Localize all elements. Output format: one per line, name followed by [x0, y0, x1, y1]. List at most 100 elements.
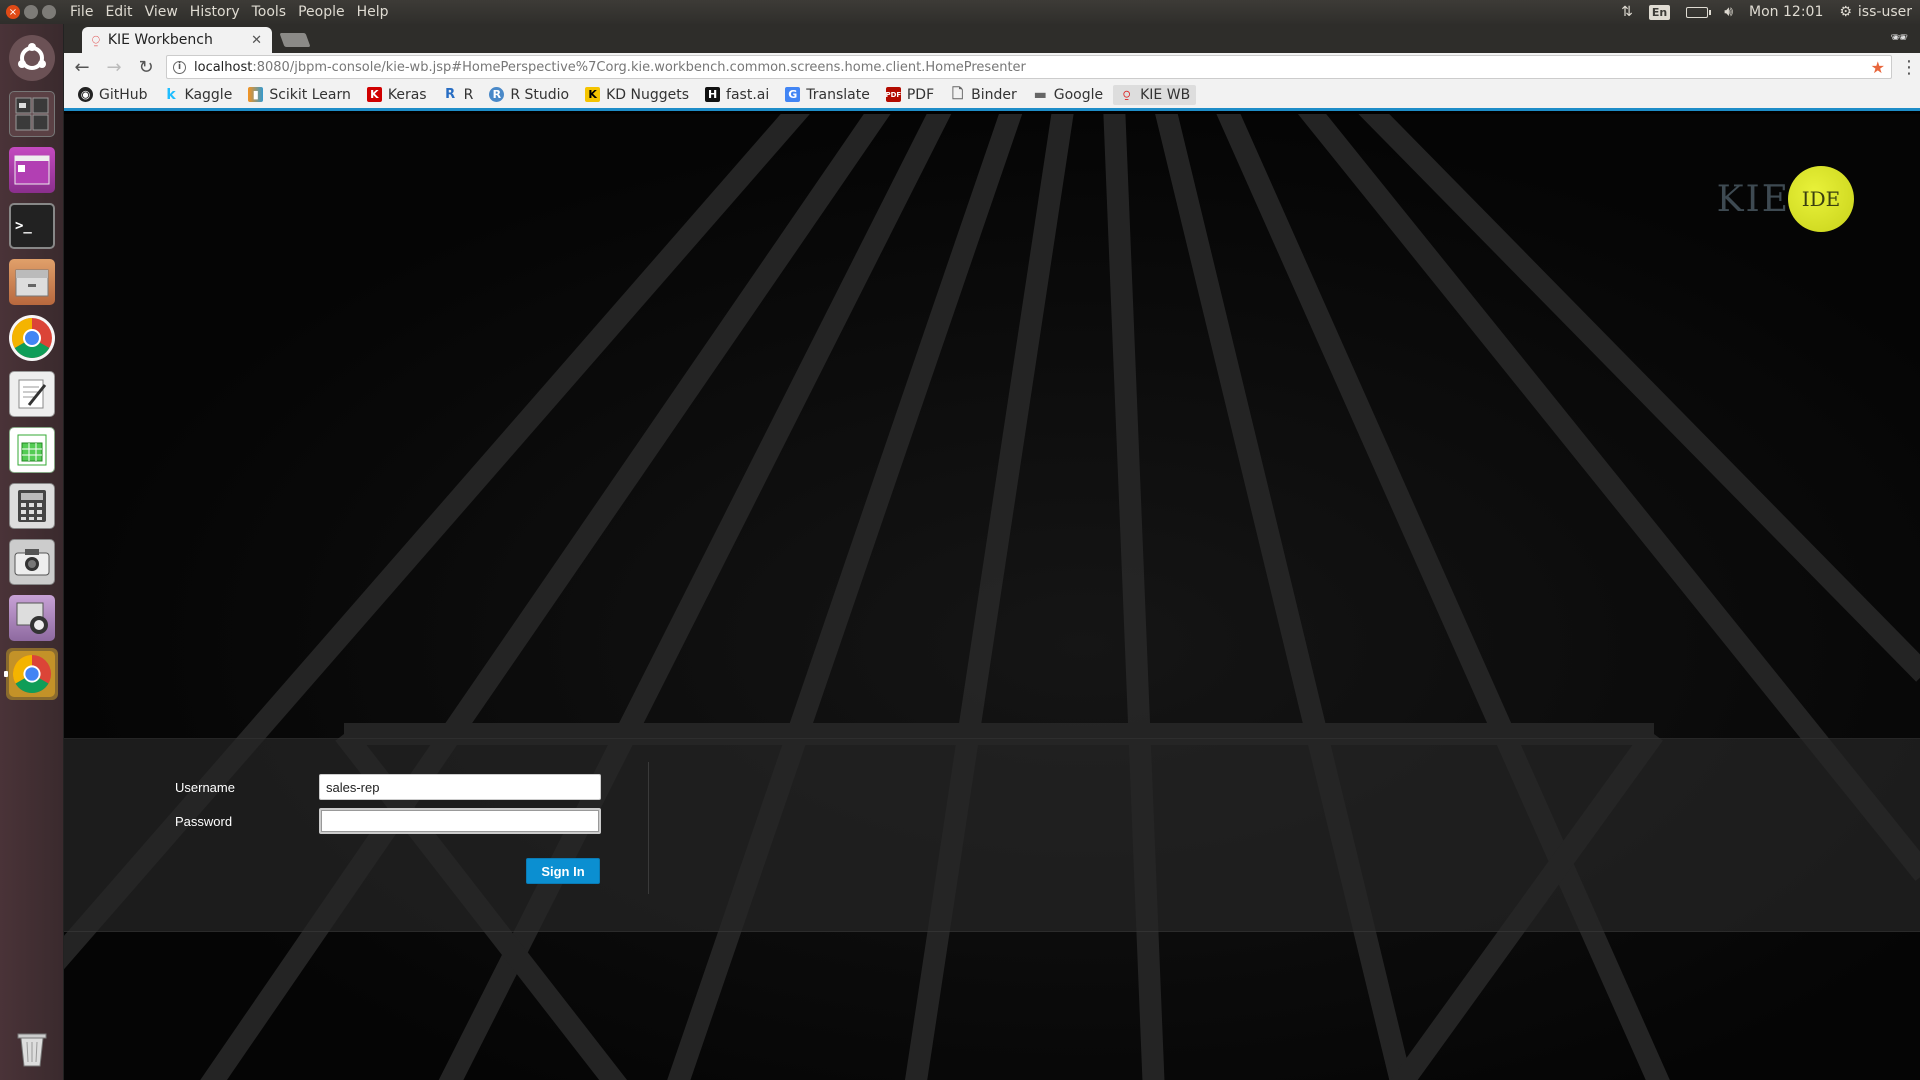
webcam-launcher[interactable]	[6, 592, 58, 644]
menu-tools[interactable]: Tools	[246, 0, 293, 24]
sign-in-button[interactable]: Sign In	[526, 858, 600, 884]
calculator-icon	[9, 483, 55, 529]
app-launcher-purple[interactable]	[6, 144, 58, 196]
chrome-active-icon	[9, 651, 55, 697]
reload-icon[interactable]: ↻	[134, 55, 158, 79]
fastai-icon: H	[705, 87, 721, 102]
network-icon[interactable]: ⇅	[1621, 4, 1633, 20]
terminal-icon: >_	[9, 203, 55, 249]
password-input[interactable]	[319, 808, 601, 834]
bookmark-star-icon[interactable]: ★	[1871, 58, 1885, 77]
new-tab-button[interactable]	[279, 33, 311, 47]
logo-ide-text: IDE	[1801, 187, 1841, 211]
bookmark-keras[interactable]: K Keras	[361, 85, 433, 105]
minimize-window-button[interactable]	[24, 5, 38, 19]
menu-file[interactable]: File	[64, 0, 99, 24]
terminal-launcher[interactable]: >_	[6, 200, 58, 252]
bookmark-google-folder[interactable]: ▬ Google	[1027, 85, 1109, 105]
bookmark-fastai[interactable]: H fast.ai	[699, 85, 775, 105]
keras-icon: K	[366, 87, 382, 102]
bookmark-kdnuggets[interactable]: K KD Nuggets	[579, 85, 695, 105]
navigation-bar: ← → ↻ i localhost:8080/jbpm-console/kie-…	[64, 53, 1920, 81]
bookmark-label: R Studio	[510, 86, 570, 103]
screenshot-launcher[interactable]	[6, 536, 58, 588]
spreadsheet-launcher[interactable]	[6, 424, 58, 476]
system-top-bar: × File Edit View History Tools People He…	[0, 0, 1920, 24]
clock[interactable]: Mon 12:01	[1749, 4, 1823, 20]
bookmark-pdf[interactable]: PDF PDF	[880, 85, 940, 105]
gear-icon: ⚙	[1839, 4, 1852, 20]
volume-icon[interactable]: 🔊︎	[1724, 4, 1733, 20]
kaggle-icon: k	[166, 86, 176, 103]
session-menu[interactable]: ⚙ iss-user	[1839, 4, 1912, 20]
background-line-art	[64, 114, 1920, 1080]
files-launcher[interactable]	[6, 256, 58, 308]
keyboard-layout-indicator[interactable]: En	[1648, 4, 1671, 20]
files-icon	[9, 259, 55, 305]
trash-launcher[interactable]	[6, 1022, 58, 1074]
text-editor-icon	[9, 371, 55, 417]
close-tab-icon[interactable]: ✕	[251, 33, 262, 48]
folder-icon: ▬	[1033, 86, 1047, 103]
camera-icon	[9, 539, 55, 585]
pdf-icon: PDF	[885, 87, 901, 102]
bookmark-github[interactable]: ◉ GitHub	[72, 85, 154, 105]
username-input[interactable]	[319, 774, 601, 800]
login-divider	[648, 762, 649, 894]
password-label: Password	[175, 814, 233, 829]
translate-icon: G	[785, 87, 801, 102]
bookmark-label: Translate	[806, 86, 870, 103]
calculator-launcher[interactable]	[6, 480, 58, 532]
menu-edit[interactable]: Edit	[99, 0, 138, 24]
url-host: localhost	[194, 59, 253, 75]
bookmark-label: fast.ai	[726, 86, 770, 103]
workspaces-icon	[9, 91, 55, 137]
menu-view[interactable]: View	[139, 0, 184, 24]
system-indicators: ⇅ En 🔊︎ Mon 12:01 ⚙ iss-user	[1621, 4, 1920, 20]
kie-icon: ⍜	[1123, 87, 1130, 101]
kie-favicon-icon: ⍜	[92, 32, 100, 48]
address-bar[interactable]: i localhost:8080/jbpm-console/kie-wb.jsp…	[166, 55, 1892, 79]
forward-arrow-icon[interactable]: →	[102, 55, 126, 79]
kie-ide-logo: KIE IDE	[1717, 166, 1854, 232]
tab-strip: ⍜ KIE Workbench ✕ 🕶︎	[64, 24, 1920, 53]
menu-people[interactable]: People	[292, 0, 351, 24]
bookmark-kaggle[interactable]: k Kaggle	[158, 85, 239, 105]
bookmark-binder[interactable]: 🗋 Binder	[944, 85, 1023, 105]
window-controls: ×	[6, 5, 56, 19]
bookmark-rstudio[interactable]: R R Studio	[483, 85, 575, 105]
tab-kie-workbench[interactable]: ⍜ KIE Workbench ✕	[82, 27, 272, 53]
profile-icon[interactable]: 🕶︎	[1890, 30, 1908, 46]
close-window-button[interactable]: ×	[6, 5, 20, 19]
chrome-active-launcher[interactable]	[4, 648, 58, 700]
trash-icon	[9, 1025, 55, 1071]
text-editor-launcher[interactable]	[6, 368, 58, 420]
info-icon[interactable]: i	[173, 60, 186, 74]
bookmarks-bar: ◉ GitHub k Kaggle ▮ Scikit Learn K Keras…	[64, 81, 1920, 111]
menu-history[interactable]: History	[184, 0, 246, 24]
kie-login-page: KIE IDE Username Password Sign In	[64, 114, 1920, 1080]
bookmark-label: Keras	[387, 86, 427, 103]
back-arrow-icon[interactable]: ←	[70, 55, 94, 79]
battery-icon[interactable]	[1686, 6, 1712, 18]
running-indicator	[4, 671, 8, 677]
rstudio-icon: R	[489, 87, 505, 102]
session-user-name: iss-user	[1857, 4, 1912, 20]
bookmark-label: GitHub	[99, 86, 148, 103]
username-label: Username	[175, 780, 235, 795]
ubuntu-dash-launcher[interactable]	[6, 32, 58, 84]
bookmark-r[interactable]: R R	[437, 85, 480, 105]
bookmark-label: Binder	[971, 86, 1017, 103]
chrome-launcher[interactable]	[6, 312, 58, 364]
bookmark-label: KIE WB	[1140, 86, 1191, 103]
bookmark-kie-wb[interactable]: ⍜ KIE WB	[1113, 84, 1197, 105]
bookmark-label: KD Nuggets	[606, 86, 690, 103]
maximize-window-button[interactable]	[42, 5, 56, 19]
menu-help[interactable]: Help	[351, 0, 395, 24]
webcam-icon	[9, 595, 55, 641]
bookmark-scikit-learn[interactable]: ▮ Scikit Learn	[242, 85, 357, 105]
workspace-switcher-launcher[interactable]	[6, 88, 58, 140]
bookmark-translate[interactable]: G Translate	[779, 85, 876, 105]
chrome-window: ⍜ KIE Workbench ✕ 🕶︎ ← → ↻ i localhost:8…	[64, 24, 1920, 1080]
chrome-menu-icon[interactable]: ⋮	[1900, 57, 1918, 78]
